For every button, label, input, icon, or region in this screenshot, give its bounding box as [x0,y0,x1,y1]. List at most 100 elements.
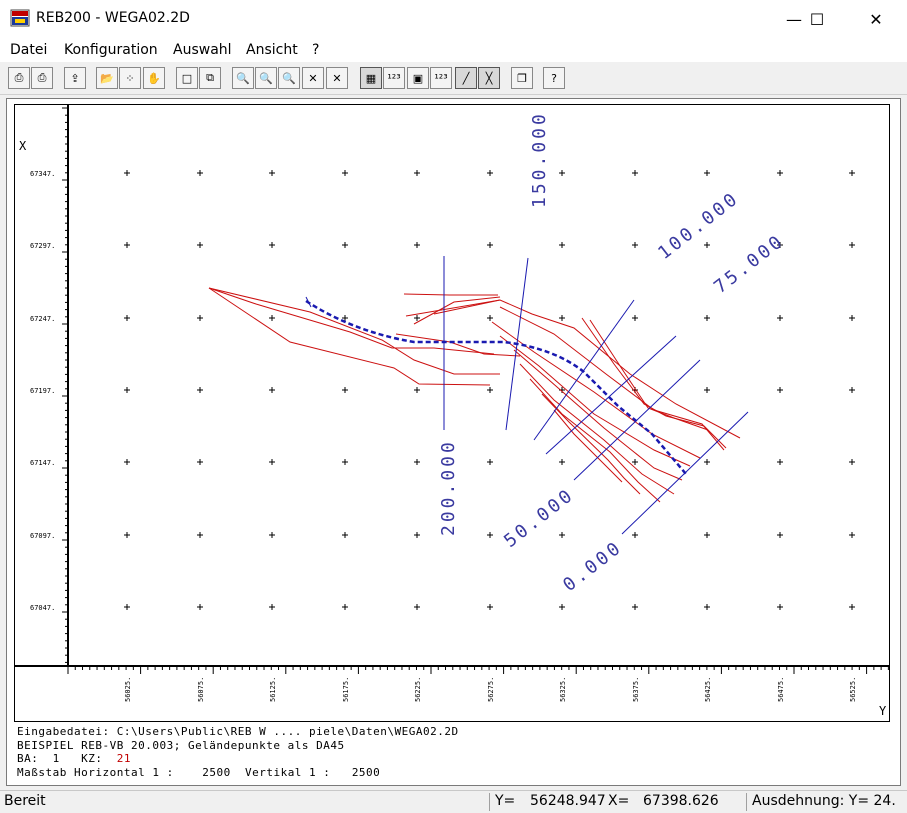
grid-cross [342,459,348,465]
grid-cross [197,315,203,321]
station-label: 75.000 [710,230,788,298]
grid-cross [342,242,348,248]
y-tick-label: 56325. [559,677,567,702]
zoom-v-button[interactable]: 🔍 [278,67,300,89]
grid-cross [777,315,783,321]
grid-cross [487,170,493,176]
grid-button[interactable]: ▦ [360,67,382,89]
y-axis-label: Y [879,704,887,718]
kz-value: 21 [116,752,131,765]
maximize-button[interactable]: ☐ [794,0,840,38]
grid-cross [269,459,275,465]
station-label: 0.000 [559,537,626,596]
cross-section-profile [208,287,500,375]
zoom-extents-button[interactable]: ✕ [302,67,324,89]
export-button[interactable]: ⇪ [64,67,86,89]
grid-cross [269,170,275,176]
print-setup-button[interactable]: ⎙ [31,67,53,89]
zoom-window-icon: ⧉ [206,71,214,84]
cross-section-profile [403,293,498,296]
points-button[interactable]: ⁘ [119,67,141,89]
layers-button[interactable]: ❐ [511,67,533,89]
menu-help[interactable]: ? [312,42,319,58]
grid-cross [414,242,420,248]
menu-auswahl[interactable]: Auswahl [173,42,232,58]
zoom-f-button[interactable]: 🔍 [255,67,277,89]
x-axis-label: X [19,139,27,153]
y-tick-label: 56375. [632,677,640,702]
menu-ansicht[interactable]: Ansicht [246,42,298,58]
line-button[interactable]: ╱ [455,67,477,89]
numbering-button[interactable]: ¹²³ [383,67,405,89]
station-label: 200.000 [438,439,459,536]
grid-cross [269,315,275,321]
zoom-center-button[interactable]: ✕ [326,67,348,89]
station-label: 100.000 [654,188,743,264]
grid-cross [849,604,855,610]
menu-datei[interactable]: Datei [10,42,47,58]
grid-cross [414,532,420,538]
grid-cross [197,242,203,248]
zoom-m-button[interactable]: 🔍 [232,67,254,89]
grid-cross [704,459,710,465]
y-tick-label: 56125. [269,677,277,702]
zoom-window-button[interactable]: ⧉ [199,67,221,89]
grid-cross [777,459,783,465]
close-button[interactable]: ✕ [853,0,899,38]
print-icon: ⎙ [14,71,24,84]
grid-cross [632,459,638,465]
hand-icon: ✋ [147,71,161,85]
grid-cross [849,315,855,321]
print-button[interactable]: ⎙ [8,67,30,89]
info-scale: Maßstab Horizontal 1 : 2500 Vertikal 1 :… [17,766,380,779]
plan-view-plot[interactable]: 67347. 67297. 67247. 67197. 67147. 67097. 6704… [14,104,890,722]
ba-label: BA: [17,752,39,765]
cross-section-profile [553,409,623,483]
x-tick-label: 67297. [30,242,55,250]
window-title: REB200 - WEGA02.2D [36,10,190,26]
grid-cross [487,242,493,248]
grid-cross [777,387,783,393]
y-tick-label: 56525. [849,677,857,702]
grid-cross [777,170,783,176]
hand-button[interactable]: ✋ [143,67,165,89]
grid-cross [632,242,638,248]
grid-cross [197,459,203,465]
rectangle-button[interactable]: □ [176,67,198,89]
status-x-label: X= [608,793,630,809]
x-tick-label: 67147. [30,459,55,467]
grid-cross [704,242,710,248]
status-extent: Ausdehnung: Y= 24. [752,793,896,809]
grid-cross [269,604,275,610]
grid-cross [632,532,638,538]
help-button[interactable]: ? [543,67,565,89]
scale-v-label: Vertikal 1 : [244,766,331,779]
open-folder-icon: 📂 [100,71,114,85]
grid-cross [632,170,638,176]
scale-v-value: 2500 [351,766,381,779]
grid-cross [487,532,493,538]
help-icon: ? [551,71,557,85]
open-folder-button[interactable]: 📂 [96,67,118,89]
grid-cross [124,532,130,538]
menu-konfiguration[interactable]: Konfiguration [64,42,158,58]
grid-cross [559,532,565,538]
grid-cross [849,387,855,393]
cross-line-button[interactable]: ╳ [478,67,500,89]
point-box-button[interactable]: ▣ [407,67,429,89]
y-tick-label: 56475. [777,677,785,702]
app-logo-icon [10,9,30,27]
cross-section-profile [513,349,683,481]
point-box-icon: ▣ [412,71,424,85]
grid-cross [632,315,638,321]
grid-cross [632,604,638,610]
renumber-button[interactable]: ¹²³ [430,67,452,89]
grid-cross [704,387,710,393]
status-y-label: Y= [495,793,516,809]
grid-cross [124,242,130,248]
cross-section-profile [519,363,675,495]
grid-cross [559,604,565,610]
grid-icon: ▦ [365,71,377,85]
maximize-icon: ☐ [809,9,825,29]
rectangle-icon: □ [181,71,193,85]
